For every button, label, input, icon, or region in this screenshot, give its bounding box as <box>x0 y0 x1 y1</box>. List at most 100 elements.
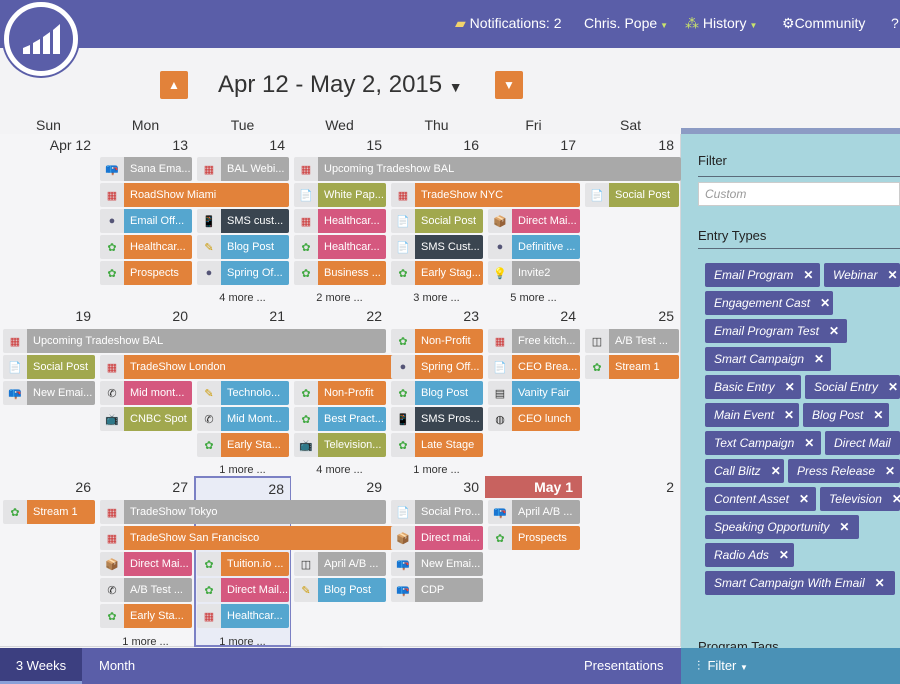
calendar-event[interactable]: ✿ Blog Post <box>391 381 483 405</box>
remove-icon[interactable]: ✕ <box>803 268 813 282</box>
entry-type-tag[interactable]: Basic Entry ✕ <box>705 375 801 399</box>
calendar-event[interactable]: ✿ Direct Mail... <box>197 578 289 602</box>
next-period-button[interactable]: ▼ <box>495 71 523 99</box>
calendar-event-span[interactable]: ▦ TradeShow Tokyo <box>100 500 386 524</box>
calendar-event[interactable]: 📄 Social Post <box>585 183 679 207</box>
more-link[interactable]: 4 more ... <box>194 292 291 304</box>
date-range-selector[interactable]: Apr 12 - May 2, 2015 ▼ <box>218 71 463 99</box>
calendar-event[interactable]: 📪 April A/B ... <box>488 500 580 524</box>
remove-icon[interactable]: ✕ <box>887 268 897 282</box>
remove-icon[interactable]: ✕ <box>820 296 830 310</box>
remove-icon[interactable]: ✕ <box>875 576 885 590</box>
entry-type-tag[interactable]: Radio Ads ✕ <box>705 543 794 567</box>
help-icon[interactable]: ? <box>891 15 899 31</box>
entry-type-tag[interactable]: Text Campaign ✕ <box>705 431 821 455</box>
remove-icon[interactable]: ✕ <box>892 492 900 506</box>
entry-type-tag[interactable]: Direct Mail✕ <box>825 431 900 455</box>
history-menu[interactable]: ⁂ History ▼ <box>685 15 757 32</box>
remove-icon[interactable]: ✕ <box>779 548 789 562</box>
tab-month[interactable]: Month <box>99 648 135 684</box>
calendar-event[interactable]: 📄 Social Post <box>391 209 483 233</box>
remove-icon[interactable]: ✕ <box>888 380 898 394</box>
entry-type-tag[interactable]: Social Entry ✕ <box>805 375 900 399</box>
calendar-event[interactable]: ✿ Best Pract... <box>294 407 386 431</box>
custom-filter-input[interactable]: Custom <box>698 182 900 206</box>
remove-icon[interactable]: ✕ <box>771 464 781 478</box>
remove-icon[interactable]: ✕ <box>814 352 824 366</box>
calendar-event[interactable]: ● Definitive ... <box>488 235 580 259</box>
calendar-event-span[interactable]: ▦ RoadShow Miami <box>100 183 289 207</box>
calendar-event[interactable]: ● Spring Of... <box>197 261 289 285</box>
calendar-event[interactable]: 📱 SMS Pros... <box>391 407 483 431</box>
calendar-event[interactable]: ✿ Early Stag... <box>391 261 483 285</box>
calendar-event[interactable]: 📱 SMS cust... <box>197 209 289 233</box>
calendar-event[interactable]: ▦ Healthcar... <box>294 209 386 233</box>
calendar-event[interactable]: ▤ Vanity Fair <box>488 381 580 405</box>
calendar-event[interactable]: ✿ Stream 1 <box>585 355 679 379</box>
calendar-event[interactable]: ● Email Off... <box>100 209 192 233</box>
calendar-event[interactable]: ✎ Blog Post <box>197 235 289 259</box>
marketo-logo[interactable] <box>4 2 78 76</box>
more-link[interactable]: 5 more ... <box>485 292 582 304</box>
calendar-event[interactable]: ✆ Mid mont... <box>100 381 192 405</box>
more-link[interactable]: 4 more ... <box>291 464 388 476</box>
calendar-event[interactable]: ✿ Non-Profit <box>294 381 386 405</box>
remove-icon[interactable]: ✕ <box>885 464 895 478</box>
presentations-button[interactable]: Presentations <box>584 648 664 684</box>
calendar-event[interactable]: 📦 Direct Mai... <box>100 552 192 576</box>
calendar-event[interactable]: 📪 Sana Ema... <box>100 157 192 181</box>
remove-icon[interactable]: ✕ <box>804 436 814 450</box>
calendar-event[interactable]: 📺 CNBC Spot <box>100 407 192 431</box>
entry-type-tag[interactable]: Television ✕ <box>820 487 900 511</box>
calendar-event[interactable]: 📦 Direct mai... <box>391 526 483 550</box>
more-link[interactable]: 1 more ... <box>194 464 291 476</box>
calendar-event[interactable]: ✿ Prospects <box>488 526 580 550</box>
calendar-event[interactable]: 📺 Television... <box>294 433 386 457</box>
calendar-event[interactable]: ✿ Late Stage <box>391 433 483 457</box>
day-cell[interactable]: 2 <box>582 476 681 647</box>
more-link[interactable]: 1 more ... <box>388 464 485 476</box>
more-link[interactable]: 1 more ... <box>194 636 291 648</box>
calendar-event[interactable]: ✆ A/B Test ... <box>100 578 192 602</box>
notifications-link[interactable]: ▰ Notifications: 2 <box>455 15 562 32</box>
calendar-event[interactable]: ▦ Healthcar... <box>197 604 289 628</box>
calendar-event-span[interactable]: ▦ TradeShow NYC <box>391 183 580 207</box>
day-cell[interactable]: Apr 12 <box>0 134 98 306</box>
calendar-event[interactable]: ✿ Healthcar... <box>294 235 386 259</box>
entry-type-tag[interactable]: Engagement Cast ✕ <box>705 291 833 315</box>
calendar-event[interactable]: 📄 SMS Cust... <box>391 235 483 259</box>
calendar-event[interactable]: ✿ Business ... <box>294 261 386 285</box>
calendar-event-span[interactable]: ▦ Upcoming Tradeshow BAL <box>294 157 681 181</box>
entry-type-tag[interactable]: Blog Post ✕ <box>803 403 889 427</box>
entry-type-tag[interactable]: Main Event ✕ <box>705 403 799 427</box>
calendar-event[interactable]: 📪 CDP <box>391 578 483 602</box>
entry-type-tag[interactable]: Press Release ✕ <box>788 459 900 483</box>
calendar-event[interactable]: ◫ April A/B ... <box>294 552 386 576</box>
remove-icon[interactable]: ✕ <box>873 408 883 422</box>
calendar-event[interactable]: 📪 New Emai... <box>391 552 483 576</box>
entry-type-tag[interactable]: Content Asset ✕ <box>705 487 816 511</box>
calendar-event[interactable]: 📄 CEO Brea... <box>488 355 580 379</box>
entry-type-tag[interactable]: Webinar ✕ <box>824 263 900 287</box>
calendar-event[interactable]: ✿ Stream 1 <box>3 500 95 524</box>
calendar-event[interactable]: 📄 Social Post <box>3 355 95 379</box>
calendar-event[interactable]: ▦ Free kitch... <box>488 329 580 353</box>
remove-icon[interactable]: ✕ <box>785 380 795 394</box>
calendar-event[interactable]: ✿ Healthcar... <box>100 235 192 259</box>
calendar-event[interactable]: 💡 Invite2 <box>488 261 580 285</box>
calendar-event[interactable]: ✿ Early Sta... <box>197 433 289 457</box>
more-link[interactable]: 1 more ... <box>97 636 194 648</box>
calendar-event[interactable]: ✿ Tuition.io ... <box>197 552 289 576</box>
more-link[interactable]: 3 more ... <box>388 292 485 304</box>
calendar-event[interactable]: ✎ Blog Post <box>294 578 386 602</box>
calendar-event[interactable]: ◍ CEO lunch <box>488 407 580 431</box>
entry-type-tag[interactable]: Email Program Test ✕ <box>705 319 847 343</box>
more-link[interactable]: 2 more ... <box>291 292 388 304</box>
calendar-event[interactable]: ✿ Prospects <box>100 261 192 285</box>
previous-period-button[interactable]: ▲ <box>160 71 188 99</box>
entry-type-tag[interactable]: Smart Campaign With Email ✕ <box>705 571 895 595</box>
entry-type-tag[interactable]: Smart Campaign ✕ <box>705 347 831 371</box>
calendar-event[interactable]: ▦ BAL Webi... <box>197 157 289 181</box>
community-link[interactable]: ⚙Community <box>782 15 865 32</box>
remove-icon[interactable]: ✕ <box>784 408 794 422</box>
